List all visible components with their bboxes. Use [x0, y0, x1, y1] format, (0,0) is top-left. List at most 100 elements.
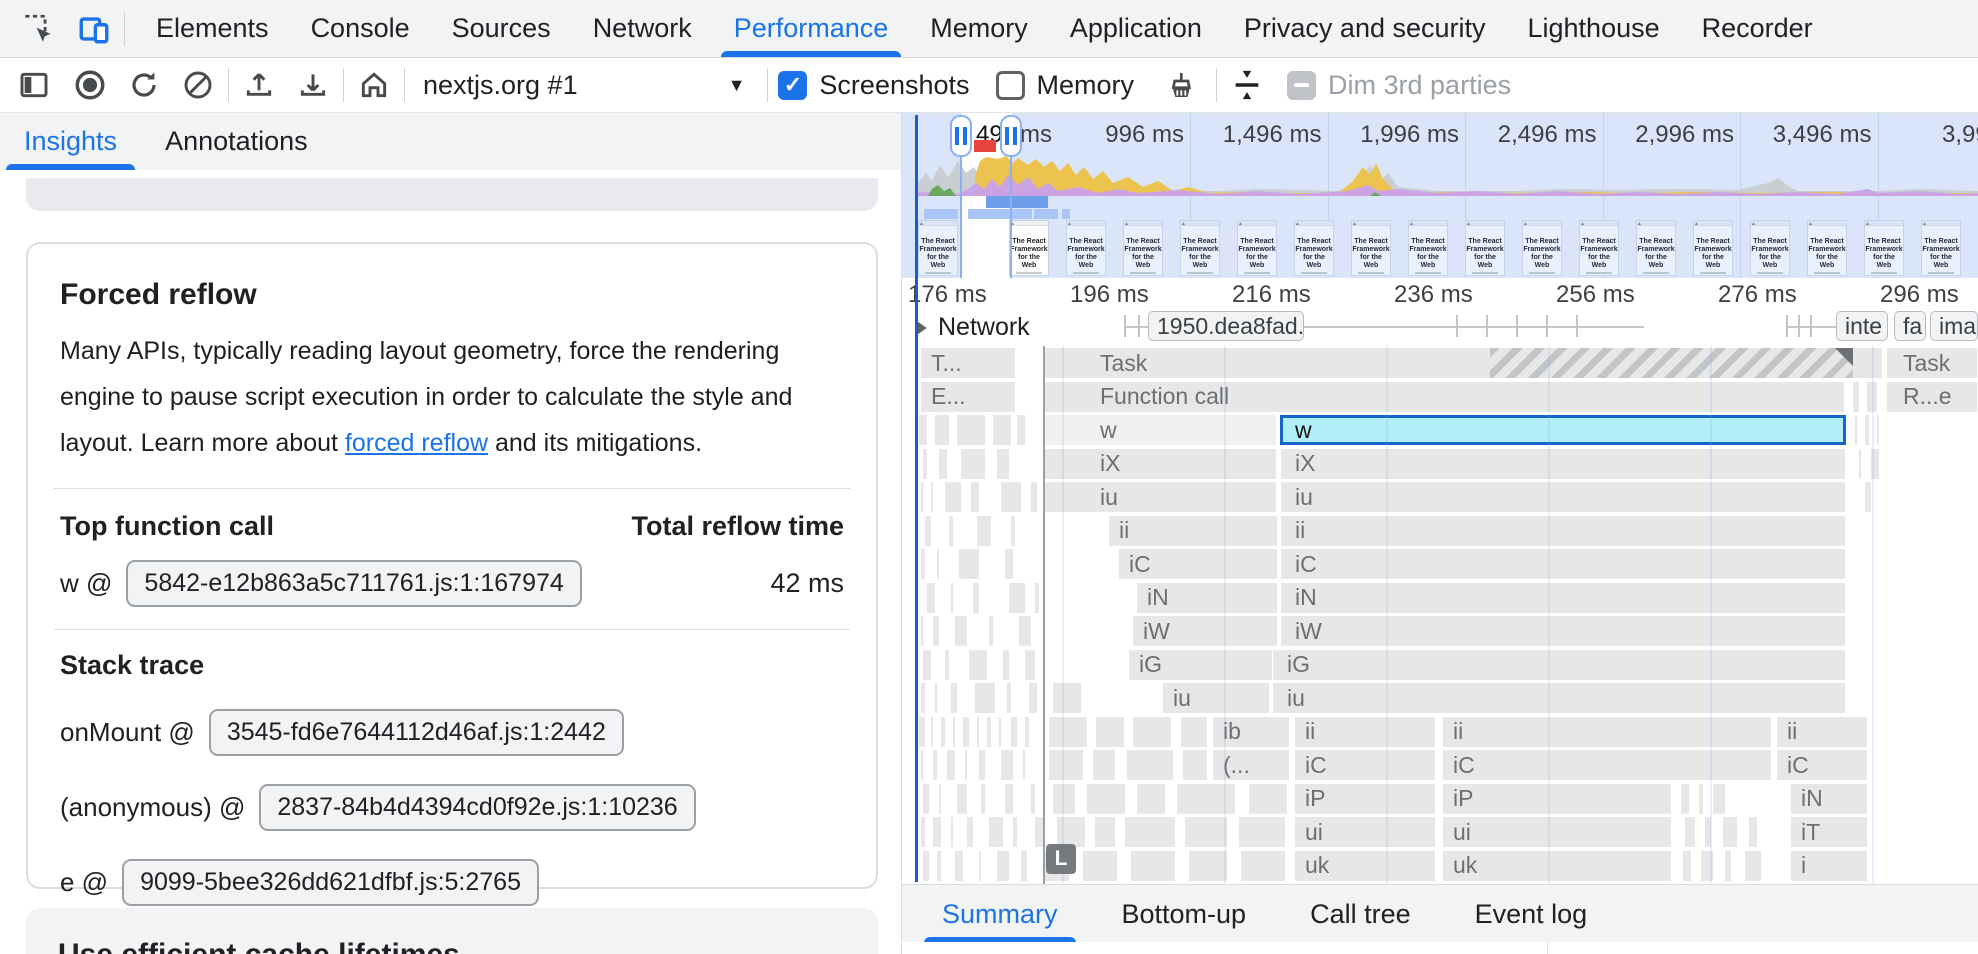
flame-event[interactable] — [988, 817, 1004, 847]
flame-event[interactable] — [1024, 717, 1030, 747]
flame-event[interactable] — [1748, 817, 1758, 847]
memory-checkbox[interactable] — [996, 71, 1025, 100]
upload-profile-icon[interactable] — [239, 65, 279, 105]
flame-event[interactable]: iW — [1280, 616, 1846, 646]
tab-lighthouse[interactable]: Lighthouse — [1507, 0, 1681, 57]
network-track-toggle[interactable]: Network — [910, 313, 1030, 342]
flame-event[interactable] — [1700, 851, 1714, 881]
flame-event[interactable] — [1704, 817, 1712, 847]
filmstrip-screenshot[interactable]: ▲The ReactFrameworkfor the Web — [1237, 220, 1277, 276]
details-tab-summary[interactable]: Summary — [916, 885, 1084, 943]
flame-event[interactable] — [950, 683, 958, 713]
flame-event[interactable]: ui — [1442, 817, 1672, 847]
flame-event[interactable] — [1012, 817, 1018, 847]
flame-event[interactable] — [1052, 784, 1076, 814]
record-icon[interactable] — [70, 65, 110, 105]
flame-event[interactable]: ii — [1280, 516, 1846, 546]
flame-event[interactable]: iN — [1790, 784, 1868, 814]
flame-event[interactable]: iC — [1118, 549, 1278, 579]
flame-event[interactable] — [938, 784, 942, 814]
flame-event[interactable] — [1094, 817, 1116, 847]
flame-event[interactable] — [1000, 750, 1014, 780]
flame-event[interactable]: ib — [1212, 717, 1290, 747]
flame-event[interactable] — [1248, 784, 1288, 814]
flame-event[interactable]: iC — [1280, 549, 1846, 579]
flame-event[interactable] — [1866, 382, 1878, 412]
flame-event[interactable] — [1000, 482, 1022, 512]
flame-event[interactable] — [1238, 817, 1286, 847]
flame-event[interactable]: iN — [1280, 583, 1846, 613]
flame-event[interactable] — [976, 717, 980, 747]
flame-event[interactable] — [970, 482, 980, 512]
filmstrip-screenshot[interactable]: ▲The ReactFrameworkfor the Web — [1522, 220, 1562, 276]
flame-event[interactable] — [1182, 750, 1208, 780]
details-tab-event-log[interactable]: Event log — [1449, 885, 1614, 943]
flame-event[interactable] — [966, 817, 974, 847]
flame-event[interactable]: Function call — [1043, 382, 1845, 412]
collapse-sanitize-icon[interactable] — [1227, 65, 1267, 105]
source-location-chip[interactable]: 3545-fd6e7644112d46af.js:1:2442 — [209, 709, 624, 756]
filmstrip-screenshot[interactable]: ▲The ReactFrameworkfor the Web — [1465, 220, 1505, 276]
flame-event[interactable] — [934, 683, 938, 713]
details-tab-call-tree[interactable]: Call tree — [1284, 885, 1437, 943]
tab-sources[interactable]: Sources — [431, 0, 572, 57]
flame-event[interactable] — [920, 482, 924, 512]
screenshots-checkbox[interactable]: ✓ — [778, 71, 807, 100]
flame-event[interactable] — [956, 784, 968, 814]
flame-event[interactable] — [968, 650, 988, 680]
filmstrip-screenshot[interactable]: ▲The ReactFrameworkfor the Web — [1693, 220, 1733, 276]
source-location-chip[interactable]: 2837-84b4d4394cd0f92e.js:1:10236 — [259, 784, 695, 831]
tab-application[interactable]: Application — [1049, 0, 1223, 57]
flame-event[interactable]: uk — [1442, 851, 1672, 881]
flame-event[interactable] — [936, 851, 942, 881]
clear-icon[interactable] — [178, 65, 218, 105]
flame-event[interactable] — [1724, 851, 1732, 881]
flame-event[interactable] — [998, 717, 1002, 747]
flame-event[interactable] — [1006, 683, 1012, 713]
flame-event[interactable] — [920, 683, 926, 713]
flame-event[interactable] — [920, 817, 926, 847]
filmstrip-screenshot[interactable]: ▲The ReactFrameworkfor the Web — [1921, 220, 1961, 276]
flame-event[interactable] — [922, 851, 930, 881]
flame-event[interactable] — [930, 717, 934, 747]
previous-insight-card[interactable] — [26, 178, 878, 211]
flame-event[interactable] — [936, 549, 940, 579]
flame-event[interactable] — [920, 750, 924, 780]
chevron-down-icon[interactable]: ▼ — [728, 75, 746, 96]
flame-event[interactable] — [1188, 851, 1228, 881]
flame-event[interactable] — [930, 482, 934, 512]
tab-performance[interactable]: Performance — [713, 0, 910, 57]
flame-event[interactable] — [938, 449, 948, 479]
flame-event[interactable]: iN — [1136, 583, 1278, 613]
flame-event[interactable] — [948, 516, 954, 546]
garbage-collect-icon[interactable] — [1160, 65, 1200, 105]
flame-event[interactable] — [940, 717, 946, 747]
filmstrip-screenshot[interactable]: ▲The ReactFrameworkfor the Web — [1864, 220, 1904, 276]
flame-event[interactable] — [1184, 817, 1228, 847]
network-request-chip[interactable]: inte — [1836, 311, 1888, 341]
flame-event[interactable] — [1130, 851, 1176, 881]
network-request-chip[interactable]: fa — [1894, 311, 1926, 341]
flame-event[interactable] — [924, 516, 932, 546]
flame-event[interactable]: iC — [1442, 750, 1772, 780]
flame-event[interactable] — [1024, 650, 1036, 680]
cache-lifetimes-card[interactable]: Use efficient cache lifetimes — [26, 908, 878, 954]
inspect-element-icon[interactable] — [18, 9, 58, 49]
network-request-chip[interactable]: image — [1930, 311, 1978, 341]
filmstrip-screenshot[interactable]: ▲The ReactFrameworkfor the Web — [1408, 220, 1448, 276]
flame-event[interactable] — [1864, 415, 1870, 445]
flame-event[interactable]: ii — [1776, 717, 1868, 747]
flame-event[interactable] — [1698, 784, 1704, 814]
flame-event[interactable] — [944, 650, 950, 680]
flame-event[interactable] — [1870, 449, 1880, 479]
flame-event[interactable] — [992, 415, 1012, 445]
flame-event-selected[interactable]: w — [1280, 415, 1846, 445]
flame-event[interactable] — [932, 616, 940, 646]
flame-event[interactable] — [1180, 717, 1208, 747]
memory-label[interactable]: Memory — [1037, 70, 1135, 101]
flame-event[interactable] — [978, 750, 986, 780]
history-selector[interactable]: nextjs.org #1 — [423, 70, 578, 101]
flame-event[interactable]: R...e — [1886, 382, 1978, 412]
filmstrip-screenshot[interactable]: ▲The ReactFrameworkfor the Web — [1009, 220, 1049, 276]
tab-network[interactable]: Network — [572, 0, 713, 57]
